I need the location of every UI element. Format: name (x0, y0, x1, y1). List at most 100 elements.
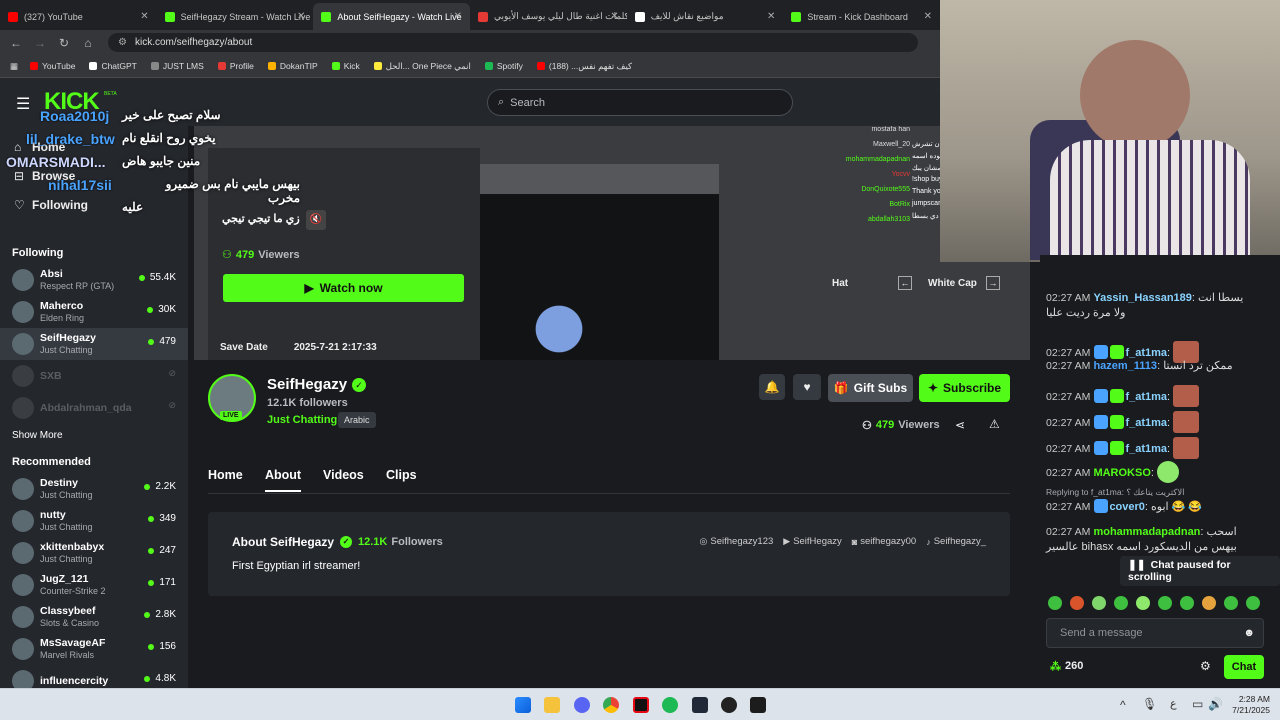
chat-paused-banner[interactable]: ❚❚ Chat paused for scrolling (1120, 556, 1280, 586)
sidebar-channel[interactable]: nutty Just Chatting 349 (0, 505, 188, 537)
emote-icon[interactable] (1180, 596, 1194, 610)
tab-close-icon[interactable]: ✕ (924, 11, 932, 22)
chat-username[interactable]: f_at1ma (1125, 391, 1167, 403)
channel-tab[interactable]: Clips (386, 468, 417, 490)
sidebar-channel[interactable]: Classybeef Slots & Casino 2.8K (0, 601, 188, 633)
apps-icon[interactable]: ▦ (10, 61, 18, 72)
chat-username[interactable]: f_at1ma (1125, 417, 1167, 429)
bookmark-item[interactable]: Kick (331, 61, 360, 71)
subscribe-button[interactable]: ✦ Subscribe (919, 374, 1010, 402)
tab-close-icon[interactable]: ✕ (297, 11, 305, 22)
emote-icon[interactable] (1048, 596, 1062, 610)
chat-username[interactable]: Yassin_Hassan189 (1093, 292, 1191, 304)
emote-icon[interactable] (1070, 596, 1084, 610)
follow-heart-button[interactable]: ♥ (793, 374, 821, 400)
browser-tab[interactable]: كلمات اغنية طال ليلي يوسف الأيوبي ✕ (470, 3, 627, 30)
category-link[interactable]: Just Chatting (267, 414, 337, 426)
social-link[interactable]: ♪ Seifhegazy_ (926, 536, 986, 547)
clock[interactable]: 2:28 AM 7/21/2025 (1226, 694, 1270, 716)
chat-username[interactable]: mohammadapadnan (1093, 526, 1200, 538)
emote-icon[interactable] (1114, 596, 1128, 610)
chat-send-button[interactable]: Chat (1224, 655, 1264, 679)
tray-chevron-icon[interactable]: ^ (1120, 698, 1126, 712)
social-link[interactable]: ▶ SeifHegazy (783, 536, 842, 547)
sidebar-channel[interactable]: Abdalrahman_qda ⊘ (0, 392, 188, 424)
reload-icon[interactable]: ↻ (52, 36, 76, 50)
browser-tab[interactable]: مواضيع نقاش للايف ✕ (627, 3, 784, 30)
sidebar-channel[interactable]: influencercity 4.8K (0, 665, 188, 688)
bookmark-item[interactable]: DokanTIP (267, 61, 318, 71)
social-link[interactable]: ◙ seifhegazy00 (852, 536, 916, 547)
site-info-icon[interactable]: ⚙ (118, 37, 127, 48)
tab-close-icon[interactable]: ✕ (454, 11, 462, 22)
emote-icon[interactable] (1092, 596, 1106, 610)
back-icon[interactable]: ← (4, 36, 28, 50)
chat-username[interactable]: MAROKSO (1093, 467, 1150, 479)
keyboard-lang-icon[interactable]: ع (1170, 697, 1177, 710)
sidebar-channel[interactable]: Maherco Elden Ring 30K (0, 296, 188, 328)
obs-icon[interactable] (721, 697, 737, 713)
channel-tab[interactable]: Videos (323, 468, 364, 490)
discord-icon[interactable] (574, 697, 590, 713)
sidebar-channel[interactable]: Destiny Just Chatting 2.2K (0, 473, 188, 505)
emote-icon[interactable] (1158, 596, 1172, 610)
social-link[interactable]: ◎ Seifhegazy123 (700, 536, 774, 547)
channel-tab[interactable]: Home (208, 468, 243, 490)
url-field[interactable]: ⚙ kick.com/seifhegazy/about (108, 33, 918, 52)
volume-icon[interactable]: 🔊 (1208, 697, 1223, 711)
sidebar-channel[interactable]: MsSavageAF Marvel Rivals 156 (0, 633, 188, 665)
emoji-icon[interactable]: ☻ (1243, 627, 1255, 639)
sidebar-channel[interactable]: SeifHegazy Just Chatting 479 (0, 328, 188, 360)
language-tag[interactable]: Arabic (338, 412, 376, 428)
chat-username[interactable]: f_at1ma (1125, 443, 1167, 455)
bookmark-item[interactable]: ChatGPT (89, 61, 137, 71)
share-icon[interactable]: ⋖ (955, 418, 965, 432)
bookmark-item[interactable]: الحل... One Piece انمي (373, 61, 471, 72)
chat-input[interactable]: Send a message ☻ (1046, 618, 1264, 648)
bookmark-item[interactable]: YouTube (30, 61, 75, 71)
notification-bell-button[interactable]: 🔔 (759, 374, 785, 400)
sidebar-channel[interactable]: xkittenbabyx Just Chatting 247 (0, 537, 188, 569)
browser-tab[interactable]: SeifHegazy Stream - Watch Live ✕ (157, 3, 314, 30)
bookmark-item[interactable]: Spotify (484, 61, 523, 71)
app-icon[interactable] (692, 697, 708, 713)
channel-points[interactable]: ⁂ 260 (1050, 660, 1083, 673)
chrome-icon[interactable] (603, 697, 619, 713)
report-icon[interactable]: ⚠ (989, 417, 1000, 431)
file-explorer-icon[interactable] (544, 697, 560, 713)
browser-tab[interactable]: About SeifHegazy - Watch Live ✕ (313, 3, 471, 30)
hat-next-icon[interactable]: → (986, 276, 1000, 290)
mic-icon[interactable]: 🎙 (1142, 697, 1157, 711)
gift-subs-button[interactable]: 🎁 Gift Subs (828, 374, 913, 402)
bookmark-item[interactable]: JUST LMS (150, 61, 204, 71)
sidebar-channel[interactable]: Absi Respect RP (GTA) 55.4K (0, 264, 188, 296)
tab-close-icon[interactable]: ✕ (140, 11, 148, 22)
chat-username[interactable]: f_at1ma (1125, 347, 1167, 359)
terminal-icon[interactable] (750, 697, 766, 713)
sidebar-channel[interactable]: SXB ⊘ (0, 360, 188, 392)
forward-icon[interactable]: → (28, 36, 52, 50)
netflix-icon[interactable] (633, 697, 649, 713)
search-box[interactable]: ⌕ Search (487, 89, 793, 116)
chat-settings-icon[interactable]: ⚙ (1200, 659, 1211, 673)
home-icon[interactable]: ⌂ (76, 36, 100, 50)
mute-icon[interactable]: 🔇 (306, 210, 326, 230)
browser-tab[interactable]: Stream - Kick Dashboard ✕ (783, 3, 940, 30)
start-icon[interactable] (515, 697, 531, 713)
show-more-link[interactable]: Show More (0, 424, 188, 451)
hat-prev-icon[interactable]: ← (898, 276, 912, 290)
chat-username[interactable]: hazem_1113 (1093, 360, 1157, 372)
bookmark-item[interactable]: Profile (217, 61, 254, 71)
spotify-icon[interactable] (662, 697, 678, 713)
browser-tab[interactable]: (327) YouTube ✕ (0, 3, 157, 30)
tab-close-icon[interactable]: ✕ (767, 11, 775, 22)
emote-icon[interactable] (1202, 596, 1216, 610)
tab-close-icon[interactable]: ✕ (610, 11, 618, 22)
watch-now-button[interactable]: ▶ Watch now (223, 274, 464, 302)
emote-icon[interactable] (1136, 596, 1150, 610)
emote-icon[interactable] (1224, 596, 1238, 610)
chat-username[interactable]: cover0 (1109, 501, 1144, 513)
emote-icon[interactable] (1246, 596, 1260, 610)
bookmark-item[interactable]: كيف تفهم نفس... (188) (536, 61, 632, 72)
network-icon[interactable]: ▭ (1192, 697, 1203, 711)
